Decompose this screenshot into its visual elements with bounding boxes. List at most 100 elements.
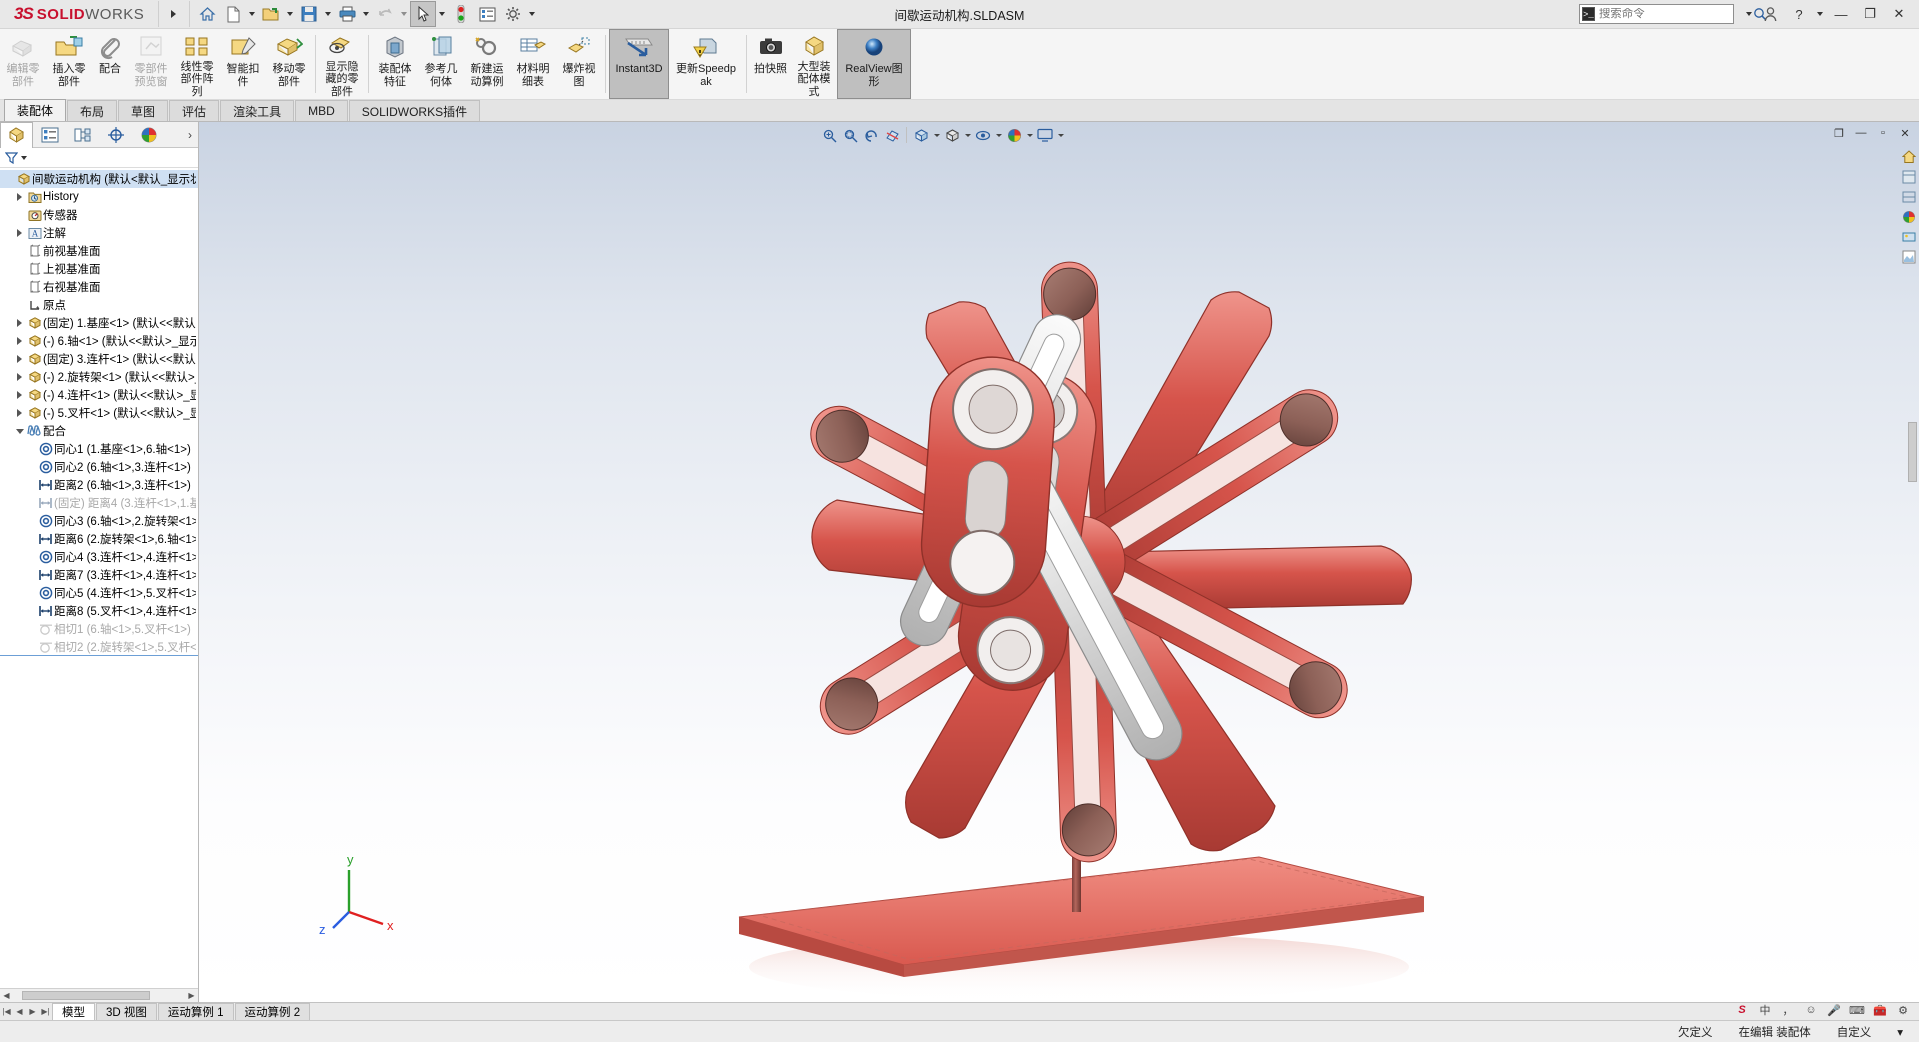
appearances-icon[interactable] [1900,208,1918,226]
tree-item[interactable]: 相切2 (2.旋转架<1>,5.叉杆<1>) [0,638,198,656]
ribbon-button-linear-component-pattern[interactable]: 线性零部件阵列 [174,29,220,99]
edit-appearance-caret[interactable] [1025,125,1034,145]
tree-item[interactable]: 传感器 [0,206,198,224]
tree-expand-icon[interactable] [13,193,26,201]
tree-expand-icon[interactable] [13,373,26,381]
scenes-icon[interactable] [1900,228,1918,246]
tree-item[interactable]: 间歇运动机构 (默认<默认_显示状态-1> [0,170,198,188]
open-folder-caret[interactable] [284,1,296,27]
graphics-area[interactable]: ❐ — ▫ ✕ y x z [199,122,1919,1002]
tab-solidworks-addins[interactable]: SOLIDWORKS插件 [348,100,481,121]
scroll-thumb[interactable] [22,991,150,1000]
open-folder-icon[interactable] [258,1,284,27]
model-center-hub[interactable] [917,353,1058,611]
restore-graphics-icon[interactable]: ❐ [1829,124,1849,142]
tab-layout[interactable]: 布局 [67,100,118,121]
tree-item[interactable]: (固定) 距离4 (3.连杆<1>,1.基座 [0,494,198,512]
tab-mbd[interactable]: MBD [295,100,348,121]
display-pane-icon[interactable] [1900,168,1918,186]
bottom-tab-motion-study-2[interactable]: 运动算例 2 [234,1003,311,1020]
tree-item[interactable]: History [0,188,198,206]
tree-expand-icon[interactable] [13,409,26,417]
home-icon[interactable] [194,1,220,27]
tree-item[interactable]: 相切1 (6.轴<1>,5.叉杆<1>) [0,620,198,638]
tree-expand-icon[interactable] [13,429,26,434]
tree-item[interactable]: (-) 4.连杆<1> (默认<<默认>_显示 [0,386,198,404]
tab-sketch[interactable]: 草图 [118,100,169,121]
configuration-manager-tab[interactable] [66,122,99,147]
status-custom-label[interactable]: 自定义 [1831,1024,1878,1040]
view-settings-caret[interactable] [1056,125,1065,145]
scroll-track[interactable] [13,990,185,1001]
view-orientation-icon[interactable] [911,125,931,145]
tree-item[interactable]: 配合 [0,422,198,440]
tab-render-tools[interactable]: 渲染工具 [220,100,295,121]
restore-button[interactable]: ❐ [1856,2,1884,26]
property-manager-tab[interactable] [33,122,66,147]
dimxpert-manager-tab[interactable] [99,122,132,147]
ime-settings-icon[interactable]: ⚙ [1895,1002,1911,1018]
tree-item[interactable]: 上视基准面 [0,260,198,278]
tree-item[interactable]: 同心4 (3.连杆<1>,4.连杆<1>) [0,548,198,566]
solidworks-logo[interactable]: 3S SOLID WORKS [0,0,154,29]
edit-appearance-icon[interactable] [1004,125,1024,145]
display-style-caret[interactable] [963,125,972,145]
decals-icon[interactable] [1900,248,1918,266]
ribbon-button-take-snapshot[interactable]: 拍快照 [750,29,791,99]
tree-expand-icon[interactable] [13,391,26,399]
filter-funnel-icon[interactable] [5,151,18,164]
undo-caret[interactable] [398,1,410,27]
help-caret[interactable] [1814,1,1826,27]
ribbon-button-insert-component[interactable]: 插入零部件 [46,29,92,99]
ime-punctuation-icon[interactable]: ， [1780,1002,1796,1018]
tree-item[interactable]: 同心3 (6.轴<1>,2.旋转架<1>) [0,512,198,530]
hide-show-icon[interactable] [1900,188,1918,206]
tree-item[interactable]: (-) 2.旋转架<1> (默认<<默认>_显 [0,368,198,386]
undo-icon[interactable] [372,1,398,27]
tree-item[interactable]: (固定) 3.连杆<1> (默认<<默认>_显 [0,350,198,368]
tree-item[interactable]: 同心5 (4.连杆<1>,5.叉杆<1>) [0,584,198,602]
tab-next-icon[interactable]: ▶ [26,1004,39,1020]
view-home-icon[interactable] [1900,148,1918,166]
tab-first-icon[interactable]: |◀ [0,1004,13,1020]
view-settings-icon[interactable] [1035,125,1055,145]
tree-expand-icon[interactable] [13,337,26,345]
bottom-tab-motion-study-1[interactable]: 运动算例 1 [157,1003,234,1020]
ime-emoji-icon[interactable]: ☺ [1803,1002,1819,1018]
status-custom-caret[interactable]: ▾ [1891,1025,1909,1039]
tree-item[interactable]: (-) 6.轴<1> (默认<<默认>_显示状 [0,332,198,350]
rebuild-icon[interactable] [448,1,474,27]
file-properties-icon[interactable] [474,1,500,27]
print-caret[interactable] [360,1,372,27]
ribbon-button-update-speedpak[interactable]: 更新Speedpak [669,29,743,99]
zoom-area-icon[interactable] [840,125,860,145]
section-view-icon[interactable] [882,125,902,145]
tree-expand-icon[interactable] [13,319,26,327]
ribbon-button-new-motion-study[interactable]: 新建运动算例 [464,29,510,99]
new-document-icon[interactable] [220,1,246,27]
close-graphics-icon[interactable]: ✕ [1895,124,1915,142]
previous-view-icon[interactable] [861,125,881,145]
zoom-to-fit-icon[interactable] [819,125,839,145]
tree-item[interactable]: A 注解 [0,224,198,242]
model-geneva-mechanism[interactable]: y x z [199,122,1919,1002]
scroll-left-icon[interactable]: ◀ [0,989,13,1002]
ribbon-button-mate[interactable]: 配合 [92,29,128,99]
tab-last-icon[interactable]: ▶| [39,1004,52,1020]
tree-expand-icon[interactable] [13,229,26,237]
tree-item[interactable]: (-) 5.叉杆<1> (默认<<默认>_显示 [0,404,198,422]
bottom-tab-3d-views[interactable]: 3D 视图 [96,1003,157,1020]
ribbon-button-smart-fasteners[interactable]: 智能扣件 [220,29,266,99]
user-account-icon[interactable] [1756,2,1784,26]
tree-item[interactable]: 距离8 (5.叉杆<1>,4.连杆<1>) [0,602,198,620]
save-icon[interactable] [296,1,322,27]
scroll-right-icon[interactable]: ▶ [185,989,198,1002]
tab-assembly[interactable]: 装配体 [4,99,67,121]
tab-evaluate[interactable]: 评估 [169,100,220,121]
new-document-caret[interactable] [246,1,258,27]
tree-expand-icon[interactable] [13,355,26,363]
minimize-graphics-icon[interactable]: — [1851,124,1871,142]
tree-item[interactable]: 距离6 (2.旋转架<1>,6.轴<1>) [0,530,198,548]
options-gear-icon[interactable] [500,1,526,27]
display-manager-tab[interactable] [132,122,165,147]
